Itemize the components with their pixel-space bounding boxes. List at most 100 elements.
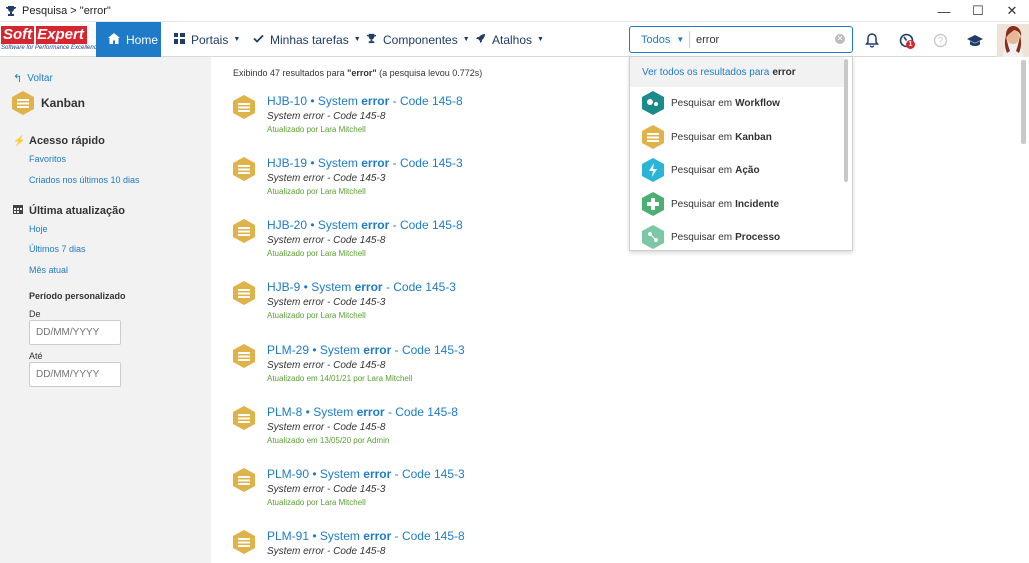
search-in-kanban-item[interactable]: Pesquisar em Kanban (642, 125, 772, 149)
result-item[interactable]: HJB-10 • System error - Code 145-8 System… (233, 94, 613, 154)
results-summary: Exibindo 47 resultados para "error" (a p… (233, 68, 482, 78)
page-scrollbar[interactable] (1021, 60, 1026, 144)
to-label: Até (29, 351, 43, 361)
link-favoritos[interactable]: Favoritos (29, 154, 66, 164)
result-title[interactable]: HJB-9 • System error - Code 145-3 (267, 280, 456, 294)
result-title-highlight: error (363, 343, 392, 357)
search-in-workflow-item[interactable]: Pesquisar em Workflow (642, 91, 780, 115)
result-title[interactable]: HJB-19 • System error - Code 145-3 (267, 156, 463, 170)
user-avatar[interactable] (997, 24, 1029, 57)
result-id: PLM-29 (267, 343, 310, 357)
nav-atalhos[interactable]: Atalhos ▼ (475, 22, 544, 57)
clear-search-icon[interactable]: ✕ (835, 34, 845, 44)
link-criados-10-dias[interactable]: Criados nos últimos 10 dias (29, 175, 140, 185)
close-button[interactable]: ✕ (995, 0, 1029, 22)
search-in-prefix: Pesquisar em (671, 97, 733, 109)
rocket-icon (475, 33, 486, 47)
result-title[interactable]: HJB-10 • System error - Code 145-8 (267, 94, 463, 108)
date-to-input[interactable] (29, 362, 121, 387)
result-title[interactable]: HJB-20 • System error - Code 145-8 (267, 218, 463, 232)
maximize-button[interactable]: ☐ (961, 0, 995, 22)
result-id: PLM-8 (267, 405, 303, 419)
result-title-post: - Code 145-8 (387, 405, 458, 419)
search-input[interactable] (696, 33, 826, 46)
back-link[interactable]: ↰ Voltar (13, 72, 53, 85)
result-title-pre: System (319, 343, 360, 357)
search-in-module: Processo (735, 231, 781, 243)
see-all-results-item[interactable]: Ver todos os resultados para error (630, 57, 844, 87)
result-title-highlight: error (361, 218, 390, 232)
result-item[interactable]: PLM-29 • System error - Code 145-3 System… (233, 343, 613, 403)
search-in-prefix: Pesquisar em (671, 198, 733, 210)
last-update-title: Última atualização (29, 204, 125, 217)
kanban-card-icon (233, 281, 255, 305)
result-item[interactable]: HJB-19 • System error - Code 145-3 System… (233, 156, 613, 216)
result-item[interactable]: HJB-20 • System error - Code 145-8 System… (233, 218, 613, 278)
search-suggestions-dropdown: Ver todos os resultados para error Pesqu… (629, 56, 853, 251)
result-title[interactable]: PLM-91 • System error - Code 145-8 (267, 529, 465, 543)
result-description: System error - Code 145-3 (267, 173, 386, 184)
result-title-pre: System (317, 218, 358, 232)
search-in-prefix: Pesquisar em (671, 164, 733, 176)
link-hoje[interactable]: Hoje (29, 224, 48, 234)
search-in-acao-item[interactable]: Pesquisar em Ação (642, 158, 760, 182)
result-meta: Atualizado por Lara Mitchell (267, 311, 366, 320)
result-title[interactable]: PLM-29 • System error - Code 145-3 (267, 343, 465, 357)
notification-badge: 1 (906, 40, 915, 49)
result-title-post: - Code 145-8 (392, 218, 463, 232)
bell-icon[interactable] (862, 30, 882, 50)
date-from-input[interactable] (29, 320, 121, 345)
result-id: HJB-10 (267, 94, 308, 108)
result-title-post: - Code 145-3 (394, 467, 465, 481)
module-name: Kanban (41, 96, 86, 110)
result-title-pre: System (319, 529, 360, 543)
kanban-icon (642, 125, 664, 149)
link-ultimos-7-dias[interactable]: Últimos 7 dias (29, 244, 86, 254)
check-icon (253, 34, 264, 46)
nav-portais-label: Portais (191, 32, 229, 47)
result-title[interactable]: PLM-8 • System error - Code 145-8 (267, 405, 458, 419)
result-item[interactable]: PLM-8 • System error - Code 145-8 System … (233, 405, 613, 465)
nav-minhas-tarefas[interactable]: Minhas tarefas ▼ (253, 22, 361, 57)
search-box: Todos ▼ ✕ (629, 26, 853, 53)
result-title[interactable]: PLM-90 • System error - Code 145-3 (267, 467, 465, 481)
dropdown-scrollbar[interactable] (844, 59, 848, 182)
result-title-post: - Code 145-3 (394, 343, 465, 357)
graduation-cap-icon[interactable] (965, 30, 985, 50)
softexpert-logo[interactable]: Soft Expert Software for Performance Exc… (1, 26, 101, 54)
nav-portais[interactable]: Portais ▼ (174, 22, 240, 57)
caret-down-icon: ▼ (462, 36, 470, 43)
result-item[interactable]: PLM-90 • System error - Code 145-3 System… (233, 467, 613, 527)
nav-componentes[interactable]: Componentes ▼ (366, 22, 470, 57)
result-id: HJB-19 (267, 156, 308, 170)
result-item[interactable]: HJB-9 • System error - Code 145-3 System … (233, 280, 613, 340)
result-item[interactable]: PLM-91 • System error - Code 145-8 System… (233, 529, 613, 563)
search-scope-select[interactable]: Todos ▼ (630, 31, 690, 48)
result-meta: Atualizado por Lara Mitchell (267, 498, 366, 507)
minimize-button[interactable]: — (927, 0, 961, 22)
nav-home-label: Home (126, 32, 159, 47)
result-description: System error - Code 145-8 (267, 422, 386, 433)
search-in-incidente-item[interactable]: Pesquisar em Incidente (642, 192, 779, 216)
trophy-icon (366, 33, 377, 47)
result-title-highlight: error (363, 529, 392, 543)
result-id: HJB-20 (267, 218, 308, 232)
quick-access-title: Acesso rápido (29, 135, 105, 147)
incident-icon (642, 192, 664, 216)
logo-tagline: Software for Performance Excellence (1, 45, 101, 51)
result-title-pre: System (317, 94, 358, 108)
search-in-module: Ação (735, 164, 760, 176)
link-mes-atual[interactable]: Mês atual (29, 265, 68, 275)
home-icon (108, 32, 120, 47)
search-in-processo-item[interactable]: Pesquisar em Processo (642, 225, 780, 249)
quick-access-header: ⚡ Acesso rápido (13, 135, 105, 147)
lightning-icon: ⚡ (13, 135, 26, 147)
help-icon[interactable]: ? (930, 30, 950, 50)
sidebar: ↰ Voltar Kanban ⚡ Acesso rápido Favorito… (0, 57, 211, 563)
kanban-card-icon (233, 219, 255, 243)
back-label: Voltar (27, 73, 53, 84)
speedometer-icon[interactable]: 1 (896, 30, 916, 50)
last-update-header: Última atualização (13, 204, 125, 217)
nav-home[interactable]: Home (96, 22, 161, 57)
result-title-post: - Code 145-3 (392, 156, 463, 170)
